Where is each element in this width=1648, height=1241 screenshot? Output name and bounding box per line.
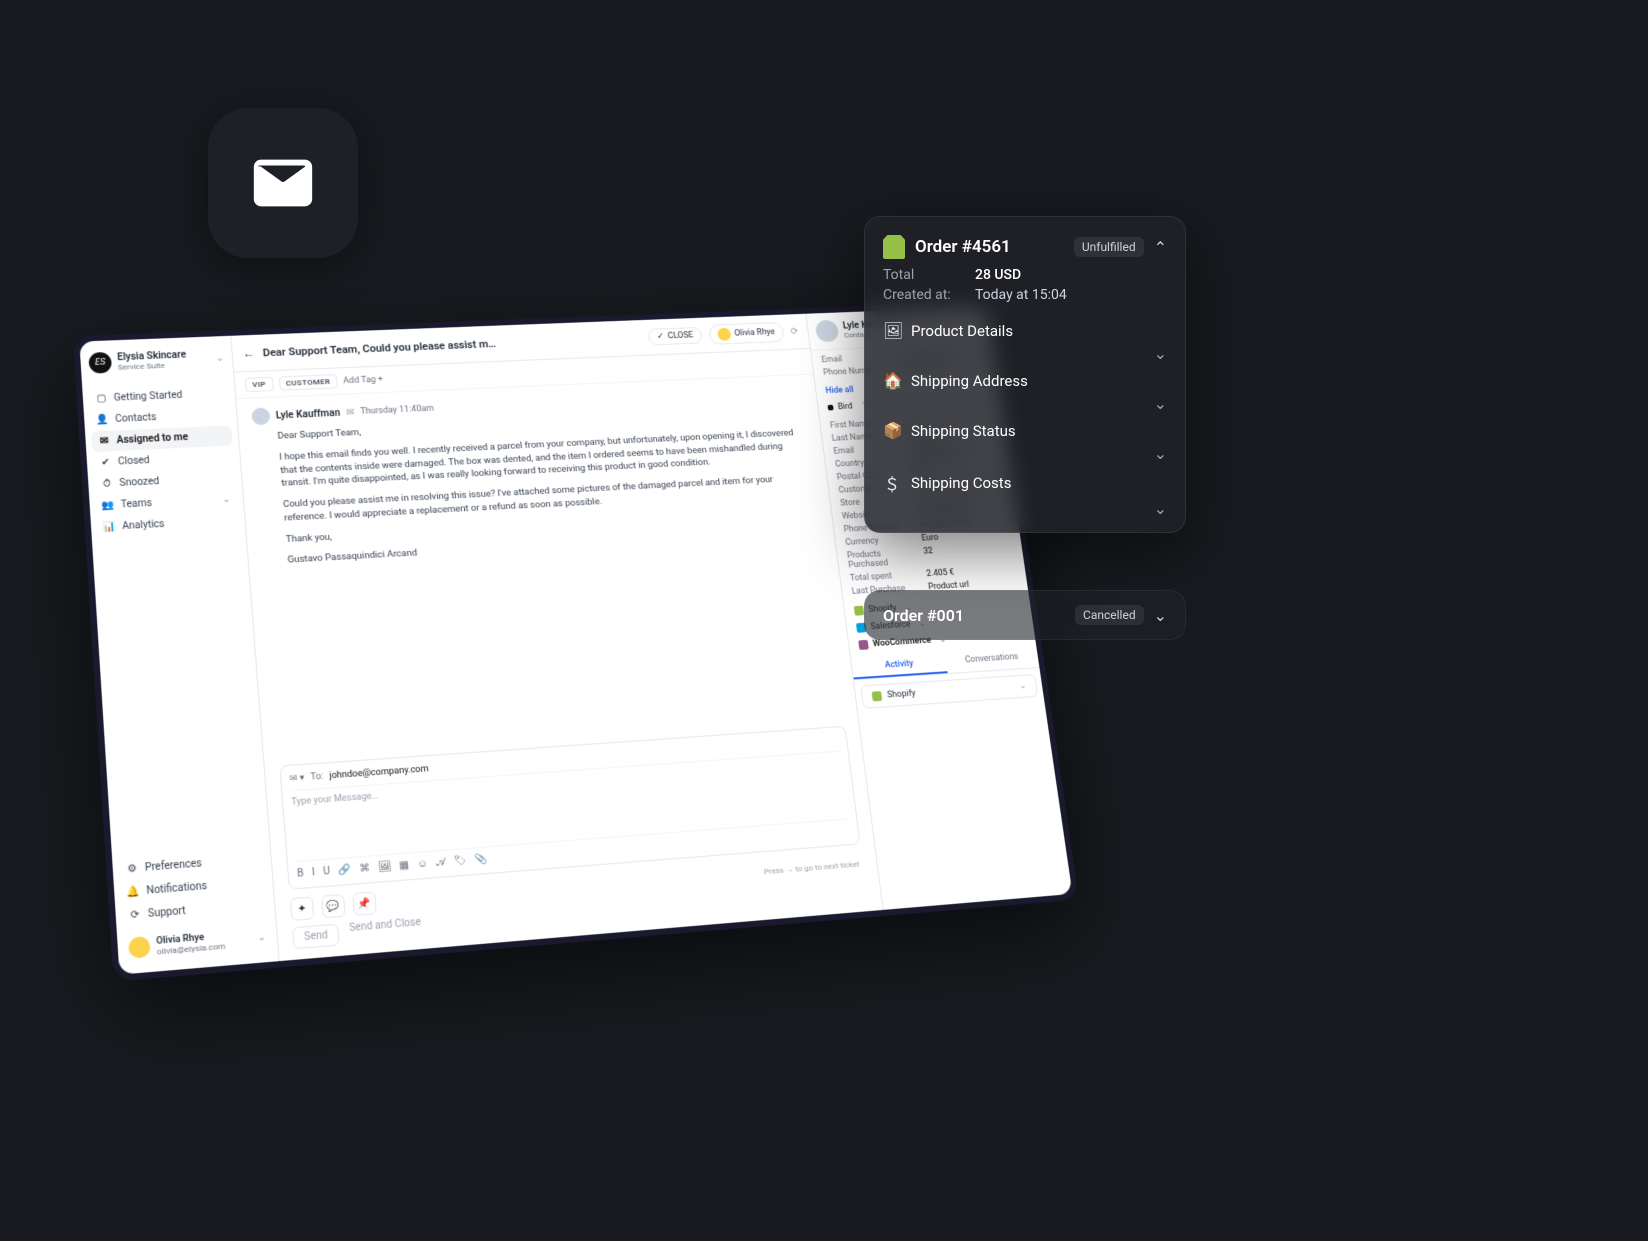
message-body: Dear Support Team, I hope this email fin… bbox=[253, 406, 821, 569]
ticket-subject: Dear Support Team, Could you please assi… bbox=[262, 332, 641, 359]
order-status-badge: Unfulfilled bbox=[1074, 237, 1144, 257]
tab-conversations[interactable]: Conversations bbox=[944, 646, 1039, 673]
order-card-secondary[interactable]: Order #001 Cancelled ⌄ bbox=[864, 590, 1186, 640]
tab-activity[interactable]: Activity bbox=[851, 652, 947, 679]
chevron-down-icon[interactable]: ⌄ bbox=[1154, 606, 1167, 625]
section-icon: 🏠 bbox=[883, 371, 901, 390]
format-button[interactable]: ⌘ bbox=[359, 863, 370, 875]
mail-icon: ✉ bbox=[346, 407, 355, 418]
order-title: Order #4561 bbox=[915, 237, 1064, 257]
avatar bbox=[717, 328, 732, 341]
to-label: To: bbox=[310, 772, 323, 783]
format-button[interactable]: ▦ bbox=[399, 860, 410, 872]
format-button[interactable]: B bbox=[297, 868, 304, 880]
send-button[interactable]: Send bbox=[292, 924, 340, 950]
nav-icon: ⟳ bbox=[128, 909, 142, 922]
format-button[interactable]: 🔗 bbox=[338, 864, 352, 876]
activity-item[interactable]: Shopify ⌄ bbox=[860, 674, 1038, 709]
avatar bbox=[251, 407, 270, 425]
brand-sub: Service Suite bbox=[118, 360, 188, 371]
nav-icon: 🔔 bbox=[127, 886, 141, 899]
created-label: Created at: bbox=[883, 287, 965, 303]
nav-icon: ⚙ bbox=[125, 863, 139, 875]
ai-button[interactable]: ✦ bbox=[290, 896, 315, 921]
nav-icon: ✔ bbox=[99, 457, 112, 468]
chevron-down-icon[interactable]: ⌄ bbox=[1019, 681, 1027, 691]
more-icon[interactable]: ⟳ bbox=[790, 326, 799, 336]
main-pane: ← Dear Support Team, Could you please as… bbox=[231, 314, 882, 961]
chevron-down-icon[interactable]: ⌄ bbox=[1154, 344, 1167, 363]
nav-icon: ⏱ bbox=[101, 478, 114, 489]
total-value: 28 USD bbox=[975, 267, 1021, 283]
shopify-icon bbox=[883, 235, 905, 259]
send-and-close-button[interactable]: Send and Close bbox=[349, 917, 423, 945]
nav-icon: 👤 bbox=[96, 414, 109, 425]
current-user[interactable]: Olivia Rhye olivia@elysia.com ⌄ bbox=[123, 922, 271, 964]
tag-customer[interactable]: CUSTOMER bbox=[278, 374, 338, 391]
section-icon: ＄ bbox=[883, 471, 901, 495]
shopify-icon bbox=[854, 606, 865, 616]
avatar bbox=[128, 936, 151, 959]
mail-app-icon bbox=[208, 108, 358, 258]
format-button[interactable]: 📎 bbox=[474, 854, 488, 866]
nav-icon: ✉ bbox=[98, 436, 111, 447]
format-button[interactable]: U bbox=[323, 866, 331, 878]
total-label: Total bbox=[883, 267, 965, 283]
chevron-down-icon: ⌄ bbox=[222, 494, 231, 505]
woocommerce-icon bbox=[858, 640, 869, 650]
message-thread: Lyle Kauffman ✉ Thursday 11:40am Dear Su… bbox=[236, 374, 857, 758]
tag-vip[interactable]: VIP bbox=[245, 377, 274, 392]
comment-button[interactable]: 💬 bbox=[321, 894, 346, 919]
close-button[interactable]: ✓ CLOSE bbox=[648, 327, 703, 346]
format-button[interactable]: I bbox=[312, 867, 316, 879]
message-time: Thursday 11:40am bbox=[360, 404, 434, 417]
add-tag-button[interactable]: Add Tag + bbox=[343, 375, 384, 386]
order-section-product-details[interactable]: 🖼Product Details bbox=[883, 321, 1167, 340]
nav-icon: ▢ bbox=[95, 393, 108, 404]
back-icon[interactable]: ← bbox=[242, 346, 255, 360]
section-icon: 🖼 bbox=[883, 321, 901, 340]
user-menu-chevron-icon[interactable]: ⌄ bbox=[257, 931, 267, 943]
chevron-down-icon[interactable]: ⌄ bbox=[1154, 394, 1167, 413]
order-status-badge: Cancelled bbox=[1075, 605, 1144, 625]
chevron-down-icon[interactable]: ⌄ bbox=[1154, 499, 1167, 518]
activity-label: Shopify bbox=[887, 689, 917, 701]
message-from: Lyle Kauffman bbox=[275, 408, 340, 421]
format-button[interactable]: ☺ bbox=[417, 858, 428, 870]
order-card-primary: Order #4561 Unfulfilled ⌃ Total 28 USD Cr… bbox=[864, 216, 1186, 533]
order-section-shipping-costs[interactable]: ＄Shipping Costs bbox=[883, 471, 1167, 495]
chevron-down-icon[interactable]: ⌄ bbox=[1154, 444, 1167, 463]
brand-switcher-icon[interactable]: ⌄ bbox=[215, 353, 224, 364]
order-section-shipping-address[interactable]: 🏠Shipping Address bbox=[883, 371, 1167, 390]
section-icon: 📦 bbox=[883, 421, 901, 440]
to-address[interactable]: johndoe@company.com bbox=[329, 764, 429, 781]
format-button[interactable]: 🏷 bbox=[453, 855, 467, 867]
avatar bbox=[815, 320, 840, 343]
brand-block[interactable]: ES Elysia Skincare Service Suite ⌄ bbox=[86, 345, 227, 375]
mail-icon: ✉ ▾ bbox=[289, 773, 305, 784]
nav-icon: 📊 bbox=[103, 522, 116, 533]
order-section-shipping-status[interactable]: 📦Shipping Status bbox=[883, 421, 1167, 440]
brand-logo: ES bbox=[88, 352, 112, 374]
nav-icon: 👥 bbox=[102, 500, 115, 511]
owner-chip[interactable]: Olivia Rhye bbox=[708, 322, 785, 345]
format-button[interactable]: 𝒜 bbox=[435, 857, 446, 869]
pin-button[interactable]: 📌 bbox=[352, 891, 377, 916]
keyboard-hint: Press → to go to next ticket bbox=[763, 859, 863, 876]
chevron-up-icon[interactable]: ⌃ bbox=[1154, 238, 1167, 257]
format-button[interactable]: 🖼 bbox=[378, 861, 392, 873]
order-title: Order #001 bbox=[883, 606, 1065, 625]
created-value: Today at 15:04 bbox=[975, 287, 1067, 303]
shopify-icon bbox=[872, 691, 883, 701]
